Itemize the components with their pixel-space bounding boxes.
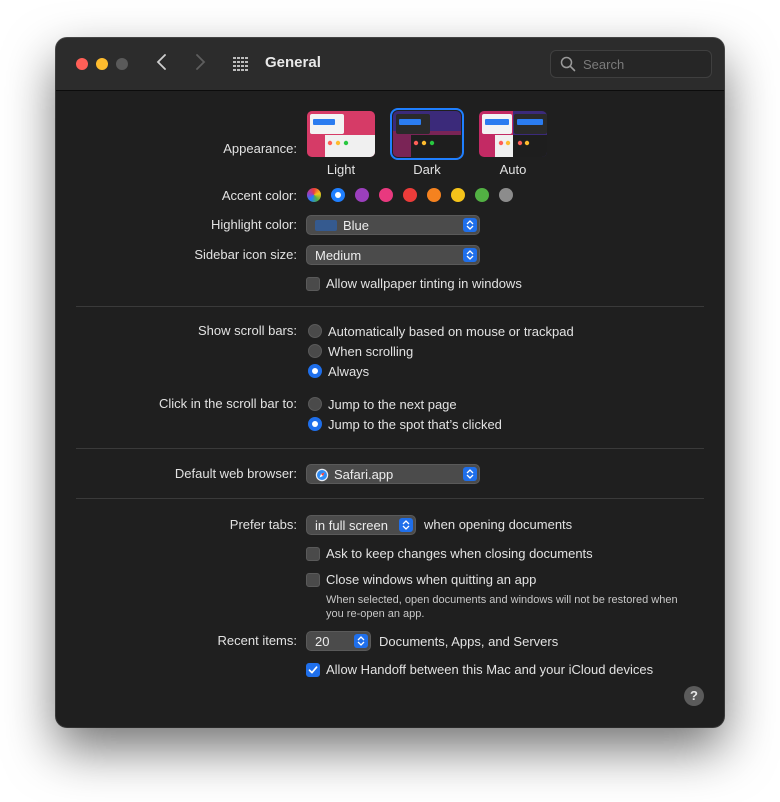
close-windows-note: When selected, open documents and window… [326, 594, 678, 620]
accent-multicolor-swatch[interactable] [307, 188, 321, 202]
jump-to-spot-radio[interactable] [308, 417, 322, 431]
section-divider [76, 498, 704, 499]
highlight-color-value: Blue [343, 218, 370, 233]
prefer-tabs-suffix: when opening documents [424, 517, 573, 532]
scroll-bars-auto-radio[interactable] [308, 324, 322, 338]
zoom-window-button[interactable] [116, 58, 128, 70]
accent-red-swatch[interactable] [403, 188, 417, 202]
accent-color-label: Accent color: [221, 188, 297, 203]
accent-yellow-swatch[interactable] [451, 188, 465, 202]
accent-blue-swatch[interactable] [331, 188, 345, 202]
handoff-label: Allow Handoff between this Mac and your … [326, 662, 654, 677]
recent-items-suffix: Documents, Apps, and Servers [379, 634, 559, 649]
show-scroll-bars-label: Show scroll bars: [198, 323, 297, 338]
default-browser-popup[interactable]: Safari.app [306, 464, 480, 484]
sidebar-icon-size-label: Sidebar icon size: [194, 247, 297, 262]
handoff-checkbox[interactable] [306, 663, 320, 677]
chevron-right-icon [196, 54, 206, 70]
default-browser-value: Safari.app [334, 467, 394, 482]
appearance-light-label: Light [326, 162, 356, 177]
show-all-grid-icon[interactable] [233, 57, 249, 71]
updown-arrows-icon [463, 248, 477, 262]
wallpaper-tinting-label: Allow wallpaper tinting in windows [326, 276, 522, 291]
click-scroll-bar-label: Click in the scroll bar to: [159, 396, 297, 411]
appearance-dark-thumbnail[interactable] [390, 108, 464, 160]
accent-pink-swatch[interactable] [379, 188, 393, 202]
scroll-bars-always-label: Always [328, 364, 370, 379]
chevron-left-icon [156, 54, 166, 70]
accent-graphite-swatch[interactable] [499, 188, 513, 202]
appearance-auto-thumbnail[interactable] [479, 111, 547, 157]
jump-next-page-radio[interactable] [308, 397, 322, 411]
appearance-label: Appearance: [223, 141, 297, 156]
checkmark-icon [308, 666, 318, 674]
scroll-bars-when-scrolling-label: When scrolling [328, 344, 414, 359]
appearance-light-thumbnail[interactable] [307, 111, 375, 157]
jump-to-spot-label: Jump to the spot that’s clicked [328, 417, 502, 432]
recent-items-popup[interactable]: 20 [306, 631, 371, 651]
appearance-auto-label: Auto [499, 162, 527, 177]
updown-arrows-icon [463, 467, 477, 481]
highlight-color-label: Highlight color: [211, 217, 297, 232]
updown-arrows-icon [399, 518, 413, 532]
prefer-tabs-popup[interactable]: in full screen [306, 515, 416, 535]
help-button[interactable]: ? [684, 686, 704, 706]
section-divider [76, 448, 704, 449]
window-title: General [265, 54, 321, 71]
wallpaper-tinting-checkbox[interactable] [306, 277, 320, 291]
recent-items-label: Recent items: [217, 633, 297, 648]
scroll-bars-always-radio[interactable] [308, 364, 322, 378]
close-windows-checkbox[interactable] [306, 573, 320, 587]
sidebar-icon-size-value: Medium [315, 248, 362, 263]
close-windows-label: Close windows when quitting an app [326, 572, 537, 587]
close-window-button[interactable] [76, 58, 88, 70]
safari-icon [315, 468, 329, 482]
highlight-swatch [315, 220, 337, 231]
search-input[interactable] [581, 53, 705, 75]
prefer-tabs-value: in full screen [315, 518, 388, 533]
sidebar-icon-size-popup[interactable]: Medium [306, 245, 480, 265]
accent-orange-swatch[interactable] [427, 188, 441, 202]
title-bar: General [56, 38, 724, 91]
accent-purple-swatch[interactable] [355, 188, 369, 202]
ask-keep-changes-checkbox[interactable] [306, 547, 320, 561]
updown-arrows-icon [354, 634, 368, 648]
updown-arrows-icon [463, 218, 477, 232]
default-browser-label: Default web browser: [174, 466, 297, 481]
scroll-bars-auto-label: Automatically based on mouse or trackpad [328, 324, 574, 339]
forward-button[interactable] [190, 53, 210, 75]
section-divider [76, 306, 704, 307]
prefer-tabs-label: Prefer tabs: [229, 517, 297, 532]
jump-next-page-label: Jump to the next page [328, 397, 457, 412]
minimize-window-button[interactable] [96, 58, 108, 70]
search-field[interactable] [550, 50, 712, 78]
preferences-window: General Appearance: [56, 38, 724, 727]
appearance-dark-label: Dark [413, 162, 441, 177]
accent-green-swatch[interactable] [475, 188, 489, 202]
recent-items-value: 20 [315, 634, 330, 649]
scroll-bars-when-scrolling-radio[interactable] [308, 344, 322, 358]
ask-keep-changes-label: Ask to keep changes when closing documen… [326, 546, 593, 561]
back-button[interactable] [152, 53, 172, 75]
search-icon [560, 56, 576, 72]
highlight-color-popup[interactable]: Blue [306, 215, 480, 235]
